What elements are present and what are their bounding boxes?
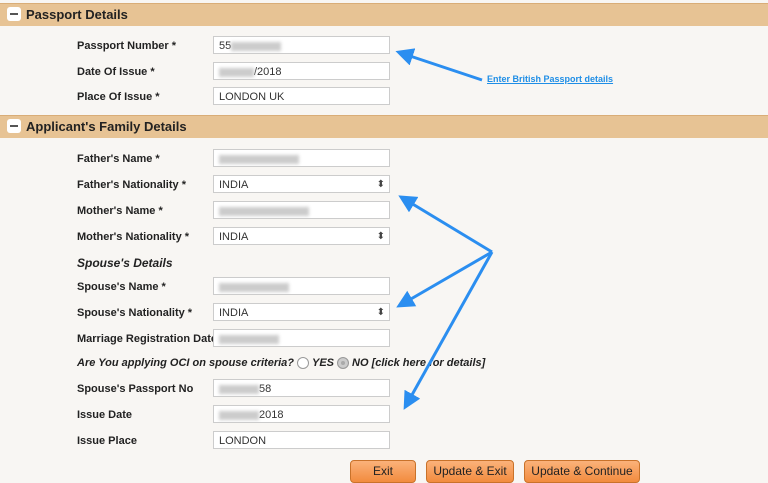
annotation-arrows [395,48,494,410]
arrow [398,195,493,254]
arrow [395,48,483,82]
arrow [403,251,494,410]
